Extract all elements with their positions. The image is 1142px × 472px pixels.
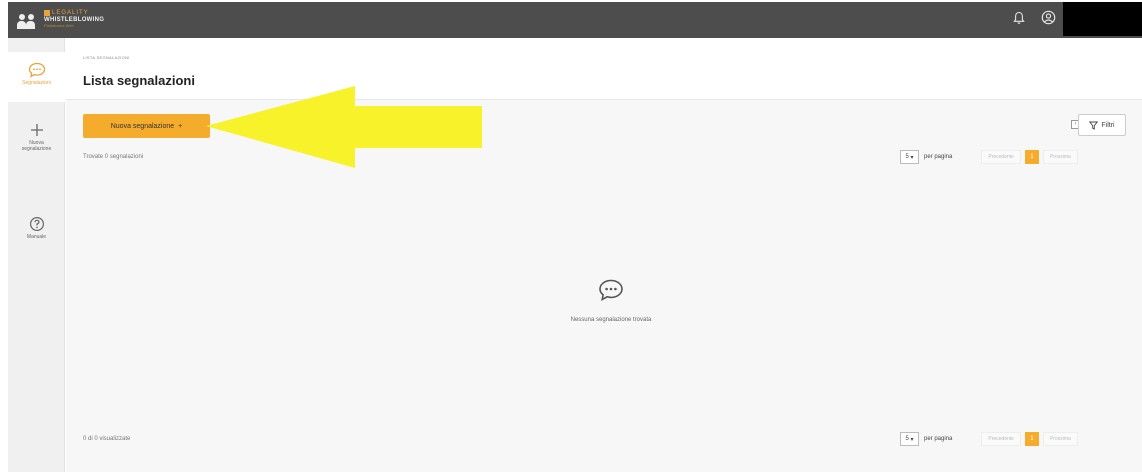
current-page-button[interactable]: 1 [1024,432,1039,446]
chat-bubble-icon [28,62,45,78]
per-page-select[interactable]: 5 ▾ [900,432,919,446]
top-bar: LEGALITY WHISTLEBLOWING Piattaforma Web [8,2,1142,38]
page-title: Lista segnalazioni [83,73,195,88]
displayed-count: 0 di 0 visualizzate [83,436,131,442]
sidebar-item-segnalazioni[interactable]: Segnalazioni [8,52,65,102]
previous-page-button[interactable]: Precedente [981,432,1021,446]
empty-state-message: Nessuna segnalazione trovata [570,317,652,323]
annotation-arrow [206,86,482,168]
empty-chat-bubble-icon [599,279,623,301]
previous-page-button[interactable]: Precedente [981,150,1021,164]
next-page-button[interactable]: Prossima [1042,432,1078,446]
user-circle-icon[interactable] [1041,10,1056,25]
plus-icon: + [178,122,183,130]
pagination-top: 5 ▾ per pagina Precedente 1 Prossima [900,150,1078,164]
per-page-select[interactable]: 5 ▾ [900,150,919,164]
new-report-button[interactable]: Nuova segnalazione + [83,114,210,138]
per-page-label: per pagina [924,436,953,442]
filters-button[interactable]: Filtri [1078,114,1126,136]
sidebar-item-label: Manuale [26,234,47,240]
redacted-user-name [1063,2,1142,36]
new-report-label: Nuova segnalazione [110,122,175,130]
sidebar-item-manuale[interactable]: Manuale [8,216,65,256]
question-circle-icon [29,216,44,232]
logo-line3: Piattaforma Web [44,23,74,28]
pagination-bottom: 5 ▾ per pagina Precedente 1 Prossima [900,432,1078,446]
app-logo[interactable]: LEGALITY WHISTLEBLOWING Piattaforma Web [17,8,104,30]
sidebar-item-nuova-segnalazione[interactable]: Nuova segnalazione [8,122,65,176]
current-page-button[interactable]: 1 [1024,150,1039,164]
filters-label: Filtri [1101,121,1115,129]
main-content: LISTA SEGNALAZIONI Lista segnalazioni Nu… [66,38,1142,472]
logo-people-icon [17,8,40,30]
breadcrumb[interactable]: LISTA SEGNALAZIONI [83,55,130,60]
sidebar-item-label: Nuova segnalazione [21,140,52,152]
bell-icon[interactable] [1013,11,1025,25]
funnel-icon [1089,121,1099,130]
per-page-label: per pagina [924,154,953,160]
sidebar: Segnalazioni Nuova segnalazione Manuale [8,38,65,472]
logo-line1: LEGALITY [52,10,89,16]
next-page-button[interactable]: Prossima [1042,150,1078,164]
results-count: Trovate 0 segnalazioni [83,154,144,160]
sidebar-item-label: Segnalazioni [22,80,51,86]
plus-icon [30,124,43,136]
